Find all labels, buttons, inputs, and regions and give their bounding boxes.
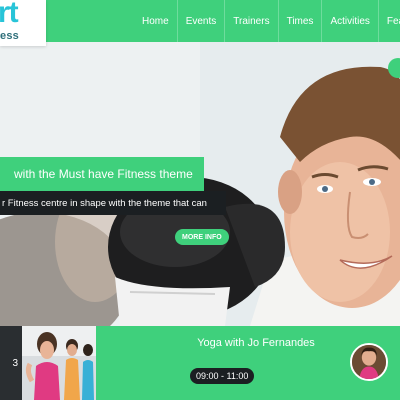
featured-class-card[interactable]: Yoga with Jo Fernandes 09:00 - 11:00 <box>96 326 400 400</box>
hero-subheadline: r Fitness centre in shape with the theme… <box>0 191 226 215</box>
trainer-photo <box>352 345 386 379</box>
hero-headline: with the Must have Fitness theme <box>0 157 204 191</box>
class-photo <box>22 326 96 400</box>
hero-slider: with the Must have Fitness theme r Fitne… <box>0 42 400 326</box>
group-fitness-image <box>22 326 96 400</box>
main-navigation: Home Events Trainers Times Activities Fe… <box>134 0 400 42</box>
logo-wordmark: rt <box>0 0 19 29</box>
previous-class-panel[interactable]: 3 <box>0 326 22 400</box>
class-time-badge: 09:00 - 11:00 <box>190 368 255 384</box>
logo-tagline: ess <box>0 30 19 42</box>
site-logo[interactable]: rt ess <box>0 0 46 46</box>
nav-item-activities[interactable]: Activities <box>321 0 377 42</box>
trainer-avatar[interactable] <box>350 343 388 381</box>
nav-item-trainers[interactable]: Trainers <box>224 0 277 42</box>
nav-item-times[interactable]: Times <box>277 0 322 42</box>
nav-item-home[interactable]: Home <box>134 0 177 42</box>
previous-class-number: 3 <box>12 357 18 369</box>
page: rt ess Home Events Trainers Times Activi… <box>0 0 400 400</box>
nav-item-features[interactable]: Features <box>377 0 400 42</box>
class-schedule-strip: 3 Yoga with Jo Fernandes 09:00 - 11:00 <box>0 326 400 400</box>
nav-item-events[interactable]: Events <box>176 0 225 42</box>
site-header: rt ess Home Events Trainers Times Activi… <box>0 0 400 46</box>
class-title: Yoga with Jo Fernandes <box>197 337 315 349</box>
more-info-button[interactable]: MORE INFO <box>175 229 229 245</box>
